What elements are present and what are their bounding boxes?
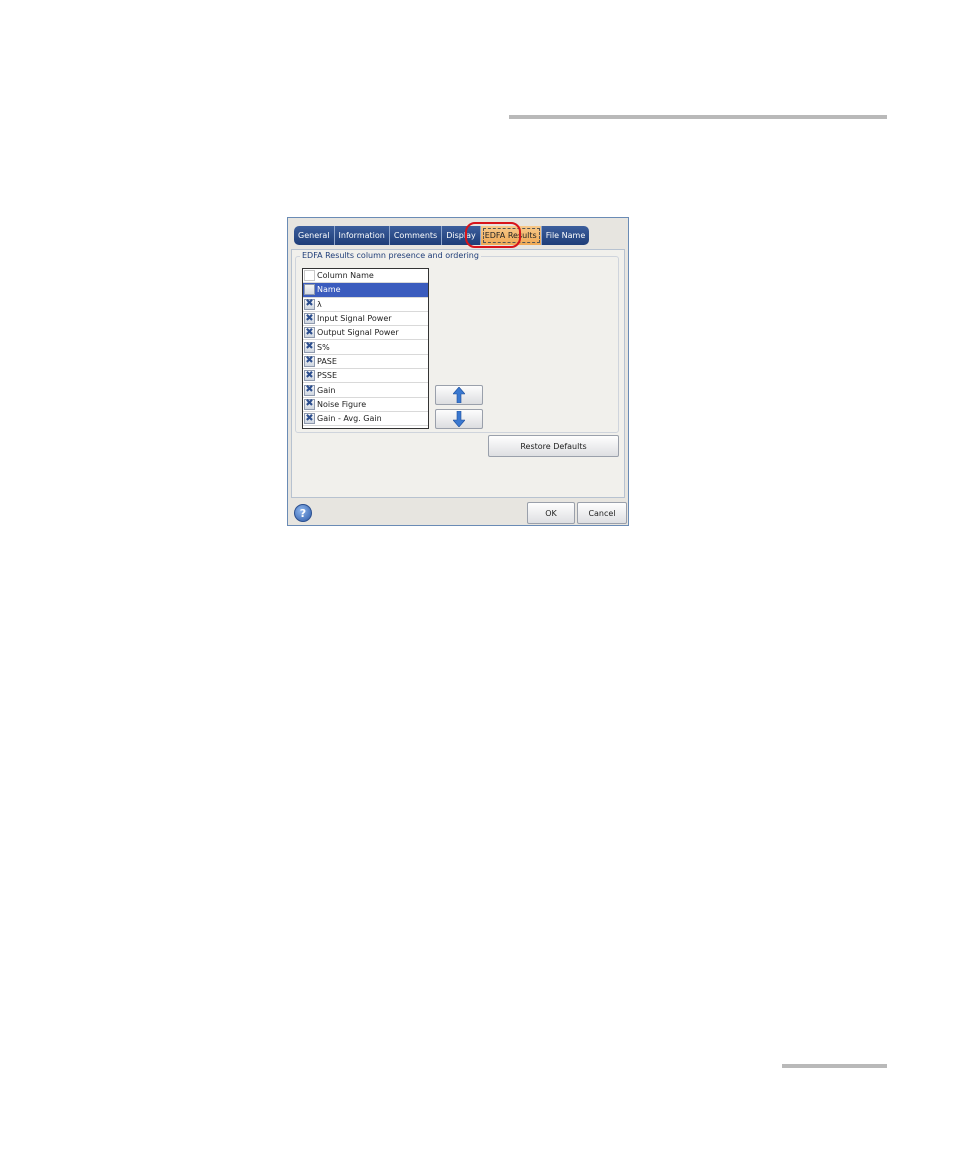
column-list-row[interactable]: ✖ Output Signal Power xyxy=(303,326,428,341)
tab-content-panel: EDFA Results column presence and orderin… xyxy=(291,249,625,498)
column-checkbox[interactable]: ✖ xyxy=(304,413,315,425)
column-list-row[interactable]: ✖ Noise Figure xyxy=(303,398,428,412)
column-label: Name xyxy=(317,285,341,295)
tab-file-name[interactable]: File Name xyxy=(541,226,590,245)
column-list-row[interactable]: Name xyxy=(303,283,428,298)
column-checkbox[interactable]: ✖ xyxy=(304,313,315,325)
group-label: EDFA Results column presence and orderin… xyxy=(300,251,481,260)
tab-comments[interactable]: Comments xyxy=(389,226,443,245)
arrow-down-icon xyxy=(453,411,465,427)
ok-button[interactable]: OK xyxy=(527,502,575,524)
column-checkbox[interactable]: ✖ xyxy=(304,298,315,310)
column-list-row[interactable]: ✖ λ xyxy=(303,298,428,312)
tab-bar: General Information Comments Display EDF… xyxy=(294,226,590,245)
column-label: Input Signal Power xyxy=(317,314,392,324)
header-rule xyxy=(509,115,887,119)
column-ordering-group: EDFA Results column presence and orderin… xyxy=(295,251,619,433)
column-list-row[interactable]: ✖ Input Signal Power xyxy=(303,312,428,327)
column-checkbox[interactable]: ✖ xyxy=(304,398,315,410)
column-label: Gain - Avg. Gain xyxy=(317,414,382,424)
move-up-button[interactable] xyxy=(435,385,483,405)
column-list[interactable]: Column Name Name ✖ λ ✖ Input Signal Power ✖ Ou… xyxy=(302,268,429,429)
column-label: λ xyxy=(317,299,322,309)
restore-defaults-button[interactable]: Restore Defaults xyxy=(488,435,619,457)
column-label: Gain xyxy=(317,385,336,395)
dialog-footer: ? OK Cancel xyxy=(291,501,627,524)
column-list-row[interactable]: ✖ S% xyxy=(303,340,428,355)
column-label: S% xyxy=(317,342,330,352)
column-label: PSSE xyxy=(317,371,338,381)
column-checkbox[interactable] xyxy=(304,284,315,296)
arrow-up-icon xyxy=(453,387,465,403)
cancel-button[interactable]: Cancel xyxy=(577,502,627,524)
column-label: Output Signal Power xyxy=(317,328,399,338)
footer-rule xyxy=(782,1064,887,1068)
column-list-row[interactable]: ✖ Gain - Avg. Gain xyxy=(303,412,428,427)
setup-dialog: General Information Comments Display EDF… xyxy=(287,217,629,526)
column-label: PASE xyxy=(317,356,337,366)
highlight-callout xyxy=(465,222,521,248)
column-list-header: Column Name xyxy=(303,269,428,284)
column-checkbox[interactable]: ✖ xyxy=(304,384,315,396)
move-down-button[interactable] xyxy=(435,409,483,429)
tab-information[interactable]: Information xyxy=(334,226,390,245)
column-checkbox[interactable]: ✖ xyxy=(304,370,315,382)
column-checkbox[interactable]: ✖ xyxy=(304,355,315,367)
column-name-header: Column Name xyxy=(317,271,374,281)
help-icon[interactable]: ? xyxy=(294,504,312,522)
column-list-row[interactable]: ✖ PASE xyxy=(303,355,428,370)
column-list-row[interactable]: ✖ PSSE xyxy=(303,369,428,384)
column-list-row[interactable]: ✖ Gain xyxy=(303,383,428,398)
header-checkbox xyxy=(304,270,315,282)
column-checkbox[interactable]: ✖ xyxy=(304,341,315,353)
column-checkbox[interactable]: ✖ xyxy=(304,327,315,339)
column-label: Noise Figure xyxy=(317,399,367,409)
tab-general[interactable]: General xyxy=(294,226,335,245)
